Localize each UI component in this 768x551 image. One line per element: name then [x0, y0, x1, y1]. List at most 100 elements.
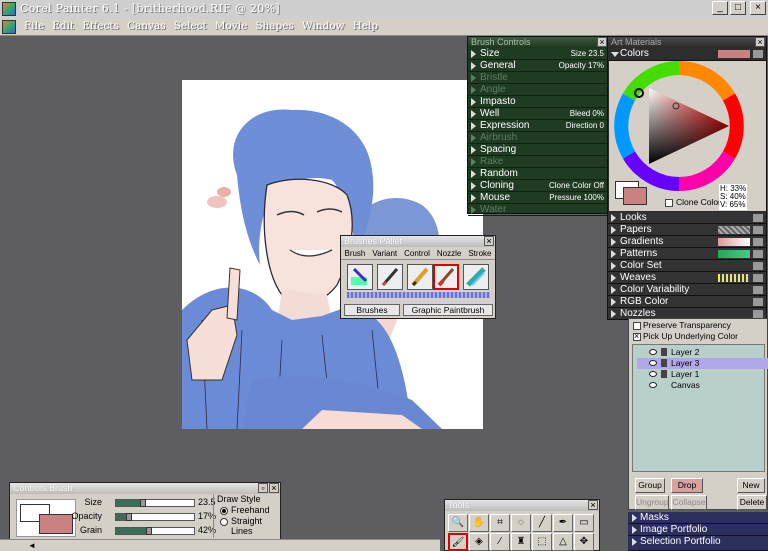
brush-tool-icon[interactable]: 🖌 [448, 533, 468, 551]
line-icon[interactable]: ╱ [532, 514, 552, 532]
pen-brush-icon[interactable] [377, 264, 403, 290]
dropdown-icon[interactable] [753, 286, 763, 294]
close-icon[interactable]: × [588, 500, 598, 510]
restore-icon[interactable]: ▫ [258, 483, 268, 493]
brush-control-section[interactable]: Rake [468, 156, 608, 168]
new-layer-button[interactable]: New [737, 478, 765, 493]
brush-category-select[interactable]: Brushes [344, 304, 400, 316]
dropdown-icon[interactable] [753, 274, 763, 282]
crop-icon[interactable]: ⌗ [490, 514, 510, 532]
tab-stroke[interactable]: Stroke [468, 247, 491, 259]
menu-shapes[interactable]: Shapes [251, 20, 298, 32]
clone-color-checkbox[interactable] [665, 199, 673, 207]
menu-window[interactable]: Window [298, 20, 349, 32]
dropdown-icon[interactable] [753, 226, 763, 234]
brush-control-section[interactable]: Well Bleed 0% [468, 108, 608, 120]
lock-icon[interactable] [661, 359, 667, 367]
canvas-layer-item[interactable]: Canvas [637, 380, 768, 391]
brush-slider[interactable] [115, 527, 195, 535]
tab-brush[interactable]: Brush [344, 247, 365, 259]
eye-icon[interactable] [649, 371, 657, 377]
color-picker-area[interactable]: Clone Color H: 33% S: 40% V: 65% [609, 61, 766, 211]
paint-bucket-icon[interactable]: ◈ [469, 533, 489, 551]
slider-knob[interactable] [126, 513, 132, 521]
menu-select[interactable]: Select [170, 20, 211, 32]
brush-control-section[interactable]: General Opacity 17% [468, 60, 608, 72]
straight-lines-radio[interactable] [220, 518, 228, 526]
eye-icon[interactable] [649, 349, 657, 355]
lock-icon[interactable] [661, 348, 667, 356]
ungroup-button[interactable]: Ungroup [635, 495, 669, 510]
layer-item-selected[interactable]: Layer 3 [637, 358, 768, 369]
brush-control-section[interactable]: Size Size 23.5 [468, 48, 608, 60]
slider-knob[interactable] [140, 499, 146, 507]
tab-nozzle[interactable]: Nozzle [437, 247, 461, 259]
painter-app-icon[interactable] [2, 2, 16, 16]
rubber-stamp-icon[interactable]: ♜ [511, 533, 531, 551]
art-materials-section[interactable]: Weaves [608, 272, 766, 284]
eye-icon[interactable] [649, 382, 657, 388]
tab-variant[interactable]: Variant [372, 247, 397, 259]
pencil-brush-icon[interactable] [407, 264, 433, 290]
horizontal-scrollbar[interactable]: ◄ [0, 539, 440, 551]
tools-palette-title[interactable]: Tools × [445, 500, 599, 511]
menu-edit[interactable]: Edit [48, 20, 78, 32]
magnifier-icon[interactable]: 🔍 [448, 514, 468, 532]
brush-controls-title[interactable]: Brush Controls × [468, 37, 608, 48]
shape-select-icon[interactable]: △ [553, 533, 573, 551]
eye-icon[interactable] [649, 360, 657, 366]
masks-palette-bar[interactable]: Masks [628, 512, 768, 524]
rectangle-shape-icon[interactable]: ▭ [574, 514, 594, 532]
dropdown-icon[interactable] [753, 238, 763, 246]
layer-item[interactable]: Layer 1 [637, 369, 768, 380]
primary-color-swatch[interactable] [39, 514, 73, 534]
airbrush-icon[interactable] [463, 264, 489, 290]
colors-section-header[interactable]: Colors [608, 48, 766, 61]
close-icon[interactable]: × [597, 37, 607, 47]
dropdown-icon[interactable] [753, 298, 763, 306]
group-button[interactable]: Group [635, 478, 665, 493]
brush-control-section[interactable]: Expression Direction 0 [468, 120, 608, 132]
brush-control-section[interactable]: Random [468, 168, 608, 180]
freehand-radio[interactable] [220, 507, 228, 515]
brush-slider[interactable] [115, 499, 195, 507]
menu-help[interactable]: Help [349, 20, 382, 32]
brush-control-section[interactable]: Angle [468, 84, 608, 96]
slider-knob[interactable] [146, 527, 152, 535]
art-materials-section[interactable]: RGB Color [608, 296, 766, 308]
close-icon[interactable]: × [755, 37, 765, 47]
art-materials-section[interactable]: Looks [608, 212, 766, 224]
grabber-hand-icon[interactable]: ✋ [469, 514, 489, 532]
layer-adjuster-icon[interactable]: ✥ [574, 533, 594, 551]
lock-icon[interactable] [661, 370, 667, 378]
menu-effects[interactable]: Effects [78, 20, 123, 32]
layer-item[interactable]: Layer 2 [637, 347, 768, 358]
dropdown-icon[interactable] [753, 262, 763, 270]
brush-variant-select[interactable]: Graphic Paintbrush [403, 304, 493, 316]
preserve-transparency-checkbox[interactable] [633, 322, 641, 330]
tab-control[interactable]: Control [404, 247, 430, 259]
palette-brush-icon[interactable] [347, 264, 373, 290]
art-materials-section[interactable]: Color Set [608, 260, 766, 272]
selection-rect-icon[interactable]: ⬚ [532, 533, 552, 551]
scroll-left-icon[interactable]: ◄ [28, 541, 36, 550]
menu-file[interactable]: File [20, 20, 48, 32]
lasso-icon[interactable]: ◌ [511, 514, 531, 532]
art-materials-title[interactable]: Art Materials × [608, 37, 766, 48]
menu-movie[interactable]: Movie [211, 20, 252, 32]
brush-control-section[interactable]: Cloning Clone Color Off [468, 180, 608, 192]
brush-control-section[interactable]: Bristle [468, 72, 608, 84]
brushes-palette-title[interactable]: Brushes Pallet × [341, 236, 495, 247]
collapse-button[interactable]: Collapse [671, 495, 707, 510]
dropdown-icon[interactable] [753, 310, 763, 318]
brush-slider[interactable] [115, 513, 195, 521]
document-icon[interactable] [2, 20, 16, 34]
art-materials-section[interactable]: Gradients [608, 236, 766, 248]
close-button[interactable]: × [750, 1, 766, 15]
brush-control-section[interactable]: Water [468, 204, 608, 216]
dropdown-icon[interactable] [753, 214, 763, 222]
pick-up-underlying-checkbox[interactable]: × [633, 331, 641, 341]
drop-button[interactable]: Drop [671, 478, 703, 493]
minimize-button[interactable]: _ [712, 1, 728, 15]
dropdown-icon[interactable] [753, 250, 763, 258]
